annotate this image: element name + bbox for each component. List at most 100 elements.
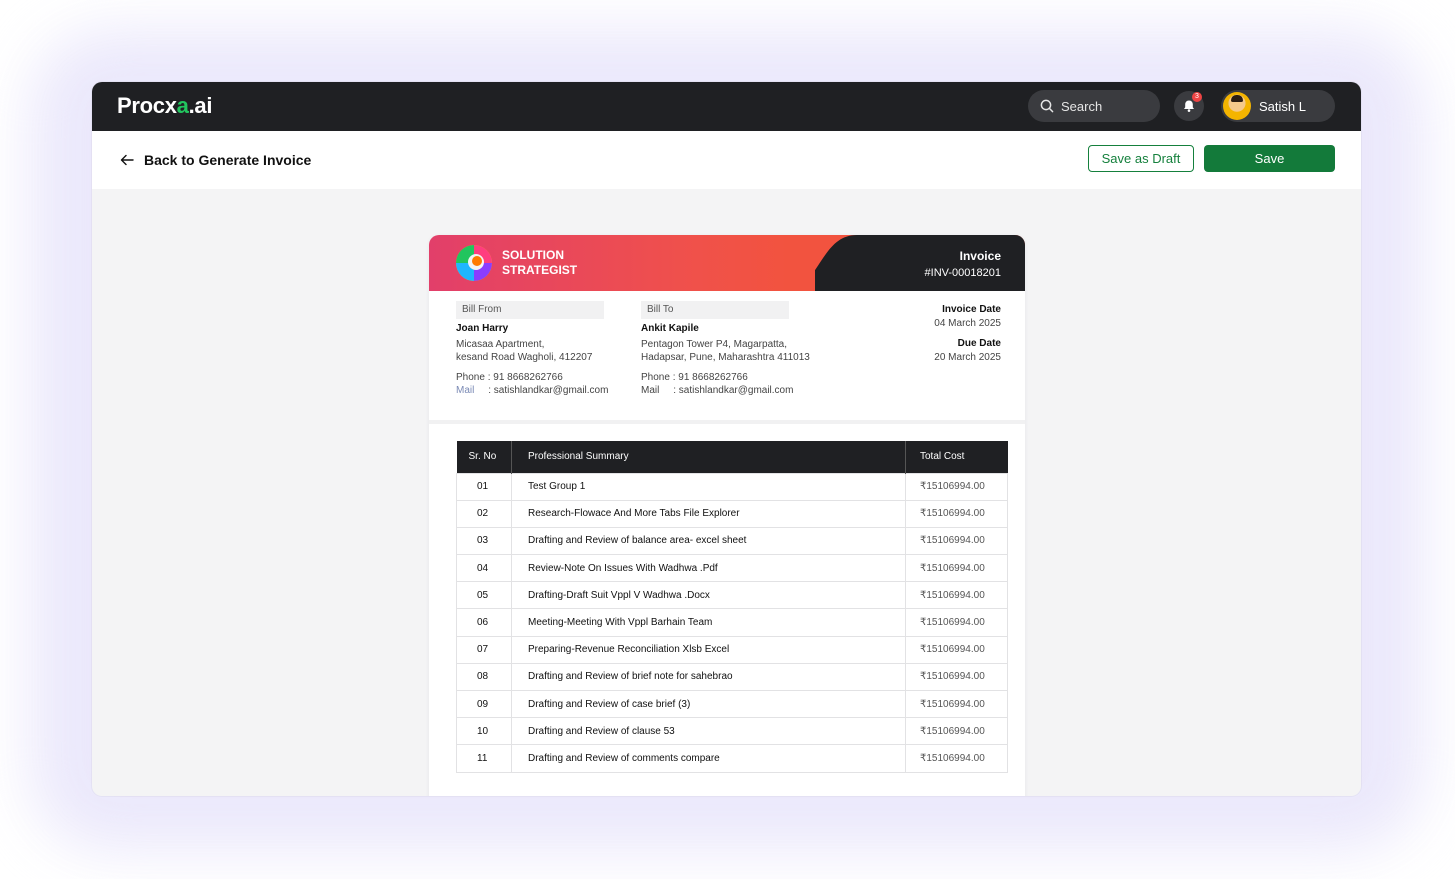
bill-to-mail: : satishlandkar@gmail.com: [673, 385, 794, 396]
bill-from-label: Bill From: [456, 301, 604, 319]
invoice-title-block: Invoice #INV-00018201: [925, 249, 1001, 279]
row-total-cost: ₹15106994.00: [905, 554, 1008, 583]
top-navbar: Procxa.ai Search 3 Satish L: [92, 82, 1361, 131]
company-name-line2: STRATEGIST: [502, 263, 578, 277]
bill-to-address2: Hadapsar, Pune, Maharashtra 411013: [641, 352, 810, 363]
row-summary: Preparing-Revenue Reconciliation Xlsb Ex…: [511, 635, 906, 664]
bill-to-phone: Phone : 91 8668262766: [641, 372, 748, 383]
row-sr-no: 03: [456, 526, 512, 556]
row-total-cost: ₹15106994.00: [905, 526, 1008, 556]
table-row: 06 Meeting-Meeting With Vppl Barhain Team…: [456, 608, 1008, 637]
bill-from-mail: : satishlandkar@gmail.com: [488, 385, 609, 396]
search-icon: [1040, 99, 1054, 113]
row-summary: Drafting and Review of balance area- exc…: [511, 526, 906, 556]
row-sr-no: 06: [456, 608, 512, 637]
row-total-cost: ₹15106994.00: [905, 581, 1008, 610]
row-summary: Research-Flowace And More Tabs File Expl…: [511, 499, 906, 528]
logo-prefix: Procx: [117, 93, 177, 118]
row-summary: Drafting and Review of clause 53: [511, 717, 906, 746]
back-link[interactable]: Back to Generate Invoice: [120, 152, 311, 168]
table-row: 09 Drafting and Review of case brief (3) ₹…: [456, 689, 1008, 719]
row-summary: Test Group 1: [511, 472, 906, 501]
invoice-table: Sr. No Professional Summary Total Cost 0…: [456, 441, 1008, 773]
invoice-date: 04 March 2025: [934, 318, 1001, 329]
save-button[interactable]: Save: [1204, 145, 1335, 172]
row-summary: Review-Note On Issues With Wadhwa .Pdf: [511, 554, 906, 583]
bill-from-mail-key: Mail: [456, 385, 475, 396]
page-header: Back to Generate Invoice Save as Draft S…: [92, 131, 1361, 189]
table-row: 10 Drafting and Review of clause 53 ₹15106…: [456, 717, 1008, 746]
header-professional-summary: Professional Summary: [511, 441, 906, 473]
user-name: Satish L: [1259, 98, 1306, 114]
row-total-cost: ₹15106994.00: [905, 717, 1008, 746]
bill-from-address1: Micasaa Apartment,: [456, 339, 545, 350]
row-total-cost: ₹15106994.00: [905, 662, 1008, 692]
invoice-header: SOLUTION STRATEGIST Invoice #INV-0001820…: [429, 235, 1025, 291]
row-total-cost: ₹15106994.00: [905, 472, 1008, 501]
row-summary: Drafting-Draft Suit Vppl V Wadhwa .Docx: [511, 581, 906, 610]
invoice-card: SOLUTION STRATEGIST Invoice #INV-0001820…: [429, 235, 1025, 796]
search-placeholder: Search: [1061, 98, 1103, 114]
row-sr-no: 08: [456, 662, 512, 692]
row-total-cost: ₹15106994.00: [905, 689, 1008, 719]
row-summary: Meeting-Meeting With Vppl Barhain Team: [511, 608, 906, 637]
table-row: 08 Drafting and Review of brief note for …: [456, 662, 1008, 692]
row-summary: Drafting and Review of case brief (3): [511, 689, 906, 719]
bill-from-name: Joan Harry: [456, 323, 509, 334]
invoice-date-label: Invoice Date: [942, 304, 1001, 315]
table-row: 04 Review-Note On Issues With Wadhwa .Pdf…: [456, 554, 1008, 583]
row-sr-no: 09: [456, 689, 512, 719]
due-date: 20 March 2025: [934, 352, 1001, 363]
avatar: [1223, 92, 1251, 120]
row-sr-no: 05: [456, 581, 512, 610]
row-summary: Drafting and Review of comments compare: [511, 744, 906, 773]
bill-from-block: Bill From Joan Harry Micasaa Apartment, …: [456, 301, 608, 397]
bill-to-label: Bill To: [641, 301, 789, 319]
company-brand: SOLUTION STRATEGIST: [455, 244, 577, 282]
logo-suffix: .ai: [188, 93, 213, 118]
table-row: 01 Test Group 1 ₹15106994.00: [456, 472, 1008, 501]
table-row: 03 Drafting and Review of balance area- e…: [456, 526, 1008, 556]
invoice-parties: Bill From Joan Harry Micasaa Apartment, …: [429, 291, 1025, 424]
company-name-line1: SOLUTION: [502, 248, 564, 262]
invoice-table-wrapper: Sr. No Professional Summary Total Cost 0…: [456, 441, 1008, 773]
table-row: 07 Preparing-Revenue Reconciliation Xlsb …: [456, 635, 1008, 664]
row-sr-no: 11: [456, 744, 512, 773]
table-row: 02 Research-Flowace And More Tabs File Ex…: [456, 499, 1008, 528]
table-row: 11 Drafting and Review of comments compar…: [456, 744, 1008, 773]
row-sr-no: 04: [456, 554, 512, 583]
row-sr-no: 10: [456, 717, 512, 746]
row-total-cost: ₹15106994.00: [905, 608, 1008, 637]
arrow-left-icon: [120, 154, 134, 166]
bill-to-block: Bill To Ankit Kapile Pentagon Tower P4, …: [641, 301, 810, 397]
row-sr-no: 07: [456, 635, 512, 664]
bill-from-phone: Phone : 91 8668262766: [456, 372, 563, 383]
bill-from-address2: kesand Road Wagholi, 412207: [456, 352, 593, 363]
search-input[interactable]: Search: [1028, 90, 1160, 122]
invoice-number: #INV-00018201: [924, 267, 1001, 279]
due-date-label: Due Date: [957, 338, 1001, 349]
bill-to-address1: Pentagon Tower P4, Magarpatta,: [641, 339, 788, 350]
invoice-title: Invoice: [959, 249, 1001, 263]
swirl-logo-icon: [456, 245, 492, 281]
notification-badge: 3: [1192, 92, 1202, 102]
user-menu[interactable]: Satish L: [1221, 90, 1335, 122]
back-label: Back to Generate Invoice: [144, 152, 312, 168]
save-draft-button[interactable]: Save as Draft: [1088, 145, 1194, 172]
table-body: 01 Test Group 1 ₹15106994.00 02 Research-Flo…: [456, 472, 1008, 773]
bill-to-name: Ankit Kapile: [641, 323, 699, 334]
notifications-button[interactable]: 3: [1174, 91, 1204, 121]
table-row: 05 Drafting-Draft Suit Vppl V Wadhwa .Doc…: [456, 581, 1008, 610]
invoice-dates: Invoice Date 04 March 2025 Due Date 20 M…: [934, 303, 1001, 371]
row-summary: Drafting and Review of brief note for sa…: [511, 662, 906, 692]
header-sr-no: Sr. No: [456, 441, 512, 473]
row-total-cost: ₹15106994.00: [905, 499, 1008, 528]
logo-accent: a: [176, 93, 189, 118]
row-sr-no: 02: [456, 499, 512, 528]
bill-to-mail-key: Mail: [641, 385, 660, 396]
app-logo[interactable]: Procxa.ai: [117, 93, 212, 119]
table-header-row: Sr. No Professional Summary Total Cost: [456, 441, 1008, 473]
row-total-cost: ₹15106994.00: [905, 744, 1008, 773]
row-total-cost: ₹15106994.00: [905, 635, 1008, 664]
header-total-cost: Total Cost: [905, 441, 1008, 473]
